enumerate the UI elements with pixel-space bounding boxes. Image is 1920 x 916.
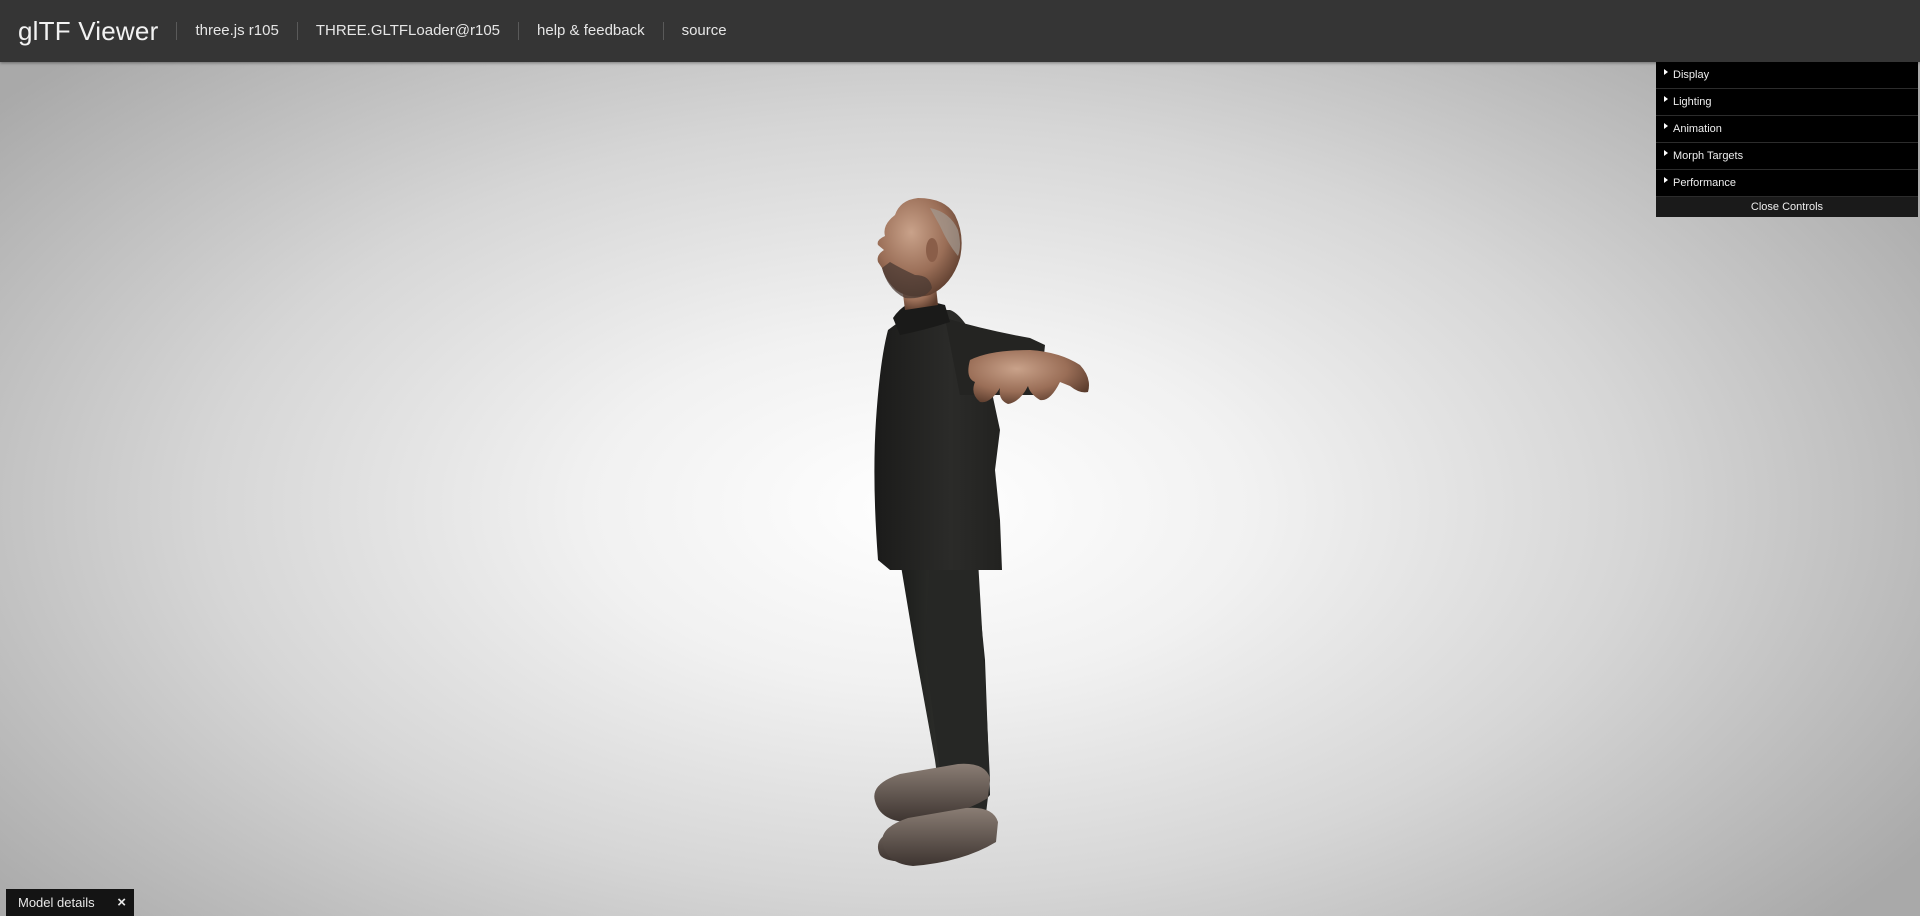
folder-display-label: Display (1673, 69, 1710, 81)
caret-right-icon (1664, 150, 1668, 156)
caret-right-icon (1664, 123, 1668, 129)
folder-morph-targets-label: Morph Targets (1673, 150, 1744, 162)
character-model[interactable] (0, 62, 1920, 916)
close-controls-button[interactable]: Close Controls (1656, 197, 1918, 217)
caret-right-icon (1664, 177, 1668, 183)
nav-link-source[interactable]: source (662, 22, 745, 40)
header-bar: glTF Viewer three.js r105 THREE.GLTFLoad… (0, 0, 1920, 62)
folder-performance-label: Performance (1673, 177, 1736, 189)
nav-link-gltfloader[interactable]: THREE.GLTFLoader@r105 (296, 22, 518, 40)
folder-lighting-label: Lighting (1673, 96, 1712, 108)
controls-panel: Display Lighting Animation Morph Targets… (1656, 62, 1918, 217)
model-details-toggle[interactable]: Model details (6, 895, 95, 910)
3d-viewport[interactable] (0, 62, 1920, 916)
nav-link-threejs[interactable]: three.js r105 (176, 22, 296, 40)
folder-lighting[interactable]: Lighting (1656, 89, 1918, 116)
close-icon[interactable]: × (117, 894, 126, 911)
folder-animation[interactable]: Animation (1656, 116, 1918, 143)
folder-display[interactable]: Display (1656, 62, 1918, 89)
folder-morph-targets[interactable]: Morph Targets (1656, 143, 1918, 170)
ear (926, 238, 938, 262)
nav-link-help-feedback[interactable]: help & feedback (518, 22, 663, 40)
caret-right-icon (1664, 96, 1668, 102)
model-details-bar: Model details × (6, 889, 134, 916)
caret-right-icon (1664, 69, 1668, 75)
hand (968, 350, 1089, 404)
folder-performance[interactable]: Performance (1656, 170, 1918, 197)
gltf-viewer-app: glTF Viewer three.js r105 THREE.GLTFLoad… (0, 0, 1920, 916)
folder-animation-label: Animation (1673, 123, 1722, 135)
app-title: glTF Viewer (18, 15, 159, 46)
